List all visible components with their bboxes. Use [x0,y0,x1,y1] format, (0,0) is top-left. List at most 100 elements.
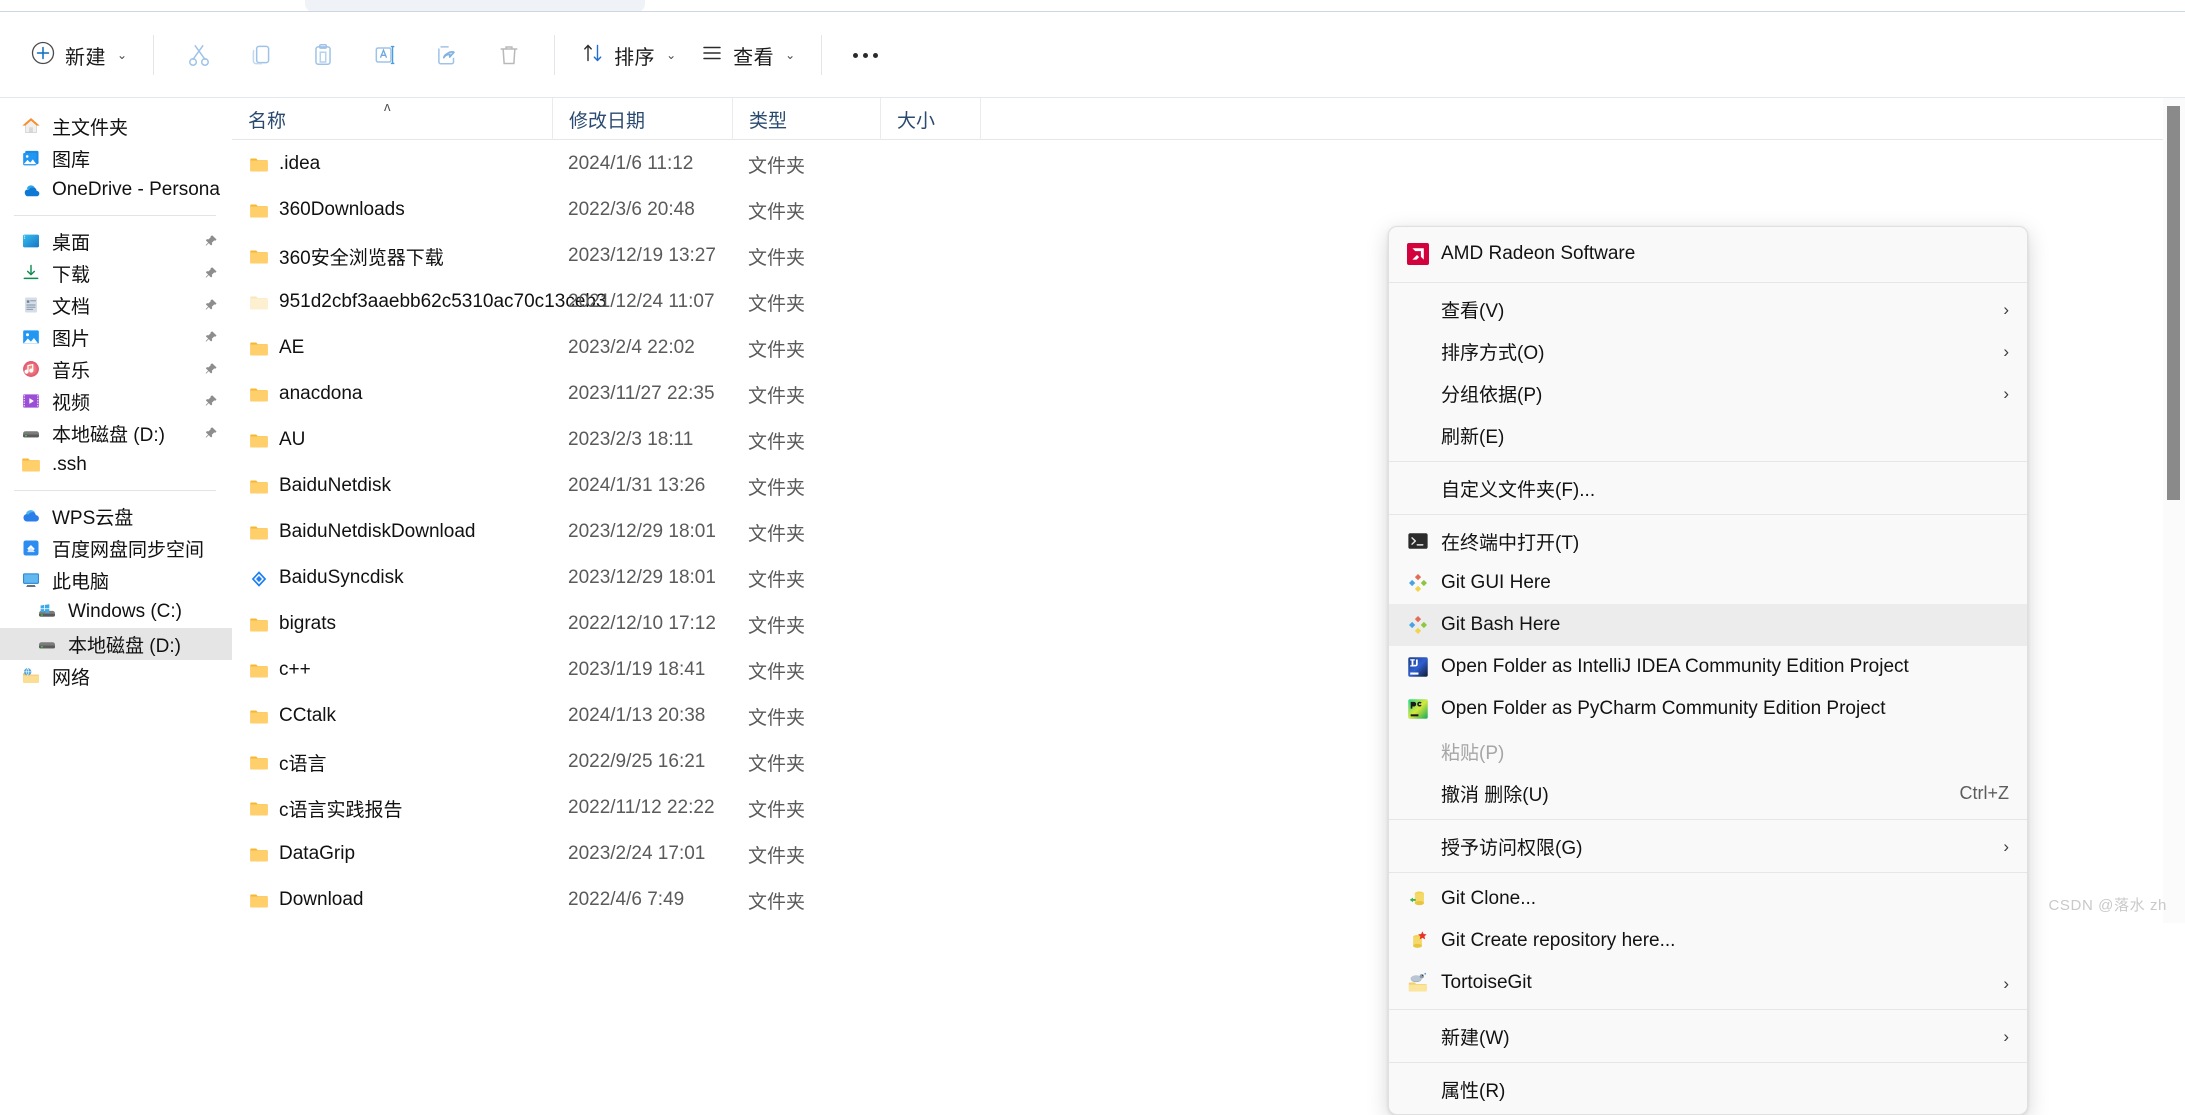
file-type-cell: 文件夹 [748,339,806,361]
table-row[interactable]: .idea 2024/1/6 11:12 文件夹 [232,141,2185,187]
file-size-cell [896,509,996,555]
pin-icon [204,361,218,377]
folder-icon [248,523,270,541]
file-name-label: DataGrip [279,843,356,864]
git-clone-icon [1403,886,1433,912]
menu-item-icon-placeholder [1403,380,1433,406]
this-pc-icon [18,569,44,591]
sidebar-item-3-1[interactable]: WPS云盘 [0,500,232,532]
scrollbar-thumb[interactable] [2167,106,2180,500]
column-header-label: 大小 [897,110,936,132]
new-button-label: 新建 [65,46,106,69]
sidebar-item-2-5[interactable]: 音乐 [0,353,232,385]
column-header-1[interactable]: 名称 [232,98,552,140]
file-type-cell: 文件夹 [748,799,806,821]
sidebar-item-3-5[interactable]: 本地磁盘 (D:) [0,628,232,660]
videos-icon [18,390,44,412]
file-name-cell: bigrats [248,601,552,647]
menu-item[interactable]: 排序方式(O) › [1389,330,2027,372]
column-header-label: 修改日期 [569,110,646,132]
file-type-cell: 文件夹 [748,477,806,499]
sidebar-item-label: 图片 [52,328,91,350]
menu-item[interactable]: 属性(R) [1389,1068,2027,1110]
chevron-right-icon: › [2003,341,2009,361]
file-name-cell: BaiduSyncdisk [248,555,552,601]
file-size-cell [896,417,996,463]
sidebar-item-3-4[interactable]: Windows (C:) [0,596,232,628]
file-date-cell: 2023/2/3 18:11 [568,429,694,450]
folder-icon [248,661,270,679]
share-button[interactable] [416,29,478,81]
vertical-scrollbar[interactable] [2163,98,2185,923]
menu-item[interactable]: Git GUI Here [1389,562,2027,604]
menu-item[interactable]: 刷新(E) [1389,414,2027,456]
sidebar-divider [14,215,216,216]
menu-item-label: 新建(W) [1441,1027,1510,1049]
sidebar-item-3-2[interactable]: 百度网盘同步空间 [0,532,232,564]
file-date-cell: 2022/9/25 16:21 [568,751,706,772]
sidebar-item-2-3[interactable]: 文档 [0,289,232,321]
sidebar-item-label: 本地磁盘 (D:) [68,635,181,657]
copy-button[interactable] [230,29,292,81]
column-header-2[interactable]: 修改日期 [552,98,732,140]
sidebar-item-2-4[interactable]: 图片 [0,321,232,353]
file-date-cell: 2023/2/4 22:02 [568,337,695,358]
rename-button[interactable] [354,29,416,81]
menu-item[interactable]: 查看(V) › [1389,288,2027,330]
paste-icon [310,42,336,68]
sidebar-item-1-2[interactable]: 图库 [0,142,232,174]
sort-button[interactable]: 排序 ⌄ [569,29,688,81]
file-date-cell: 2023/12/19 13:27 [568,245,716,266]
sidebar-item-1-3[interactable]: OneDrive - Persona [0,174,232,206]
view-button[interactable]: 查看 ⌄ [688,29,807,81]
column-header-3[interactable]: 类型 [732,98,880,140]
folder-icon [248,477,270,495]
menu-item[interactable]: 新建(W) › [1389,1015,2027,1057]
new-button[interactable]: 新建 ⌄ [18,29,139,81]
sidebar-item-2-2[interactable]: 下载 [0,257,232,289]
pin-icon [204,425,218,441]
pin-icon [204,329,218,345]
menu-item[interactable]: 撤消 删除(U) Ctrl+Z [1389,772,2027,814]
menu-item[interactable]: AMD Radeon Software [1389,231,2027,277]
menu-item[interactable]: 在终端中打开(T) [1389,520,2027,562]
delete-button[interactable] [478,29,540,81]
menu-item[interactable]: 自定义文件夹(F)... [1389,467,2027,509]
menu-item[interactable]: 授予访问权限(G) › [1389,825,2027,867]
documents-icon [18,294,44,316]
sidebar-item-2-1[interactable]: 桌面 [0,225,232,257]
sidebar-item-2-8[interactable]: .ssh [0,449,232,481]
menu-item[interactable]: Git Clone... [1389,878,2027,920]
menu-item[interactable]: Git Create repository here... [1389,920,2027,962]
sidebar-item-label: 百度网盘同步空间 [52,539,205,561]
menu-item[interactable]: Open Folder as PyCharm Community Edition… [1389,688,2027,730]
cut-button[interactable] [168,29,230,81]
more-options-button[interactable] [836,29,894,81]
paste-button[interactable] [292,29,354,81]
toolbar-divider-1 [153,35,155,75]
menu-separator [1389,282,2027,283]
context-menu[interactable]: AMD Radeon Software 查看(V) › 排序方式(O) › 分组依据(P)… [1388,226,2028,1115]
sidebar-item-3-6[interactable]: 网络 [0,660,232,692]
file-type-cell: 文件夹 [748,615,806,637]
menu-item-label: TortoiseGit [1441,972,1532,993]
sidebar-item-3-3[interactable]: 此电脑 [0,564,232,596]
menu-item[interactable]: Open Folder as IntelliJ IDEA Community E… [1389,646,2027,688]
menu-item[interactable]: 分组依据(P) › [1389,372,2027,414]
sidebar-item-2-6[interactable]: 视频 [0,385,232,417]
sidebar-item-label: WPS云盘 [52,507,134,529]
sidebar-item-label: .ssh [52,454,87,475]
file-size-cell [896,785,996,831]
menu-item[interactable]: Git Bash Here [1389,604,2027,646]
delete-icon [496,42,522,68]
navigation-pane[interactable]: 主文件夹 图库 OneDrive - Persona 桌面 下载 文档 图片 音乐 视频 本地磁盘… [0,98,232,923]
drive-icon [34,633,60,655]
sidebar-item-1-1[interactable]: 主文件夹 [0,110,232,142]
sidebar-item-label: 图库 [52,149,91,171]
sidebar-item-2-7[interactable]: 本地磁盘 (D:) [0,417,232,449]
sidebar-item-label: 下载 [52,264,91,286]
column-header-row[interactable]: 名称 ᴧ 修改日期 类型 大小 [232,98,2185,140]
column-header-4[interactable]: 大小 [880,98,980,140]
menu-item[interactable]: TortoiseGit › [1389,962,2027,1004]
menu-item-label: Open Folder as IntelliJ IDEA Community E… [1441,656,1909,677]
